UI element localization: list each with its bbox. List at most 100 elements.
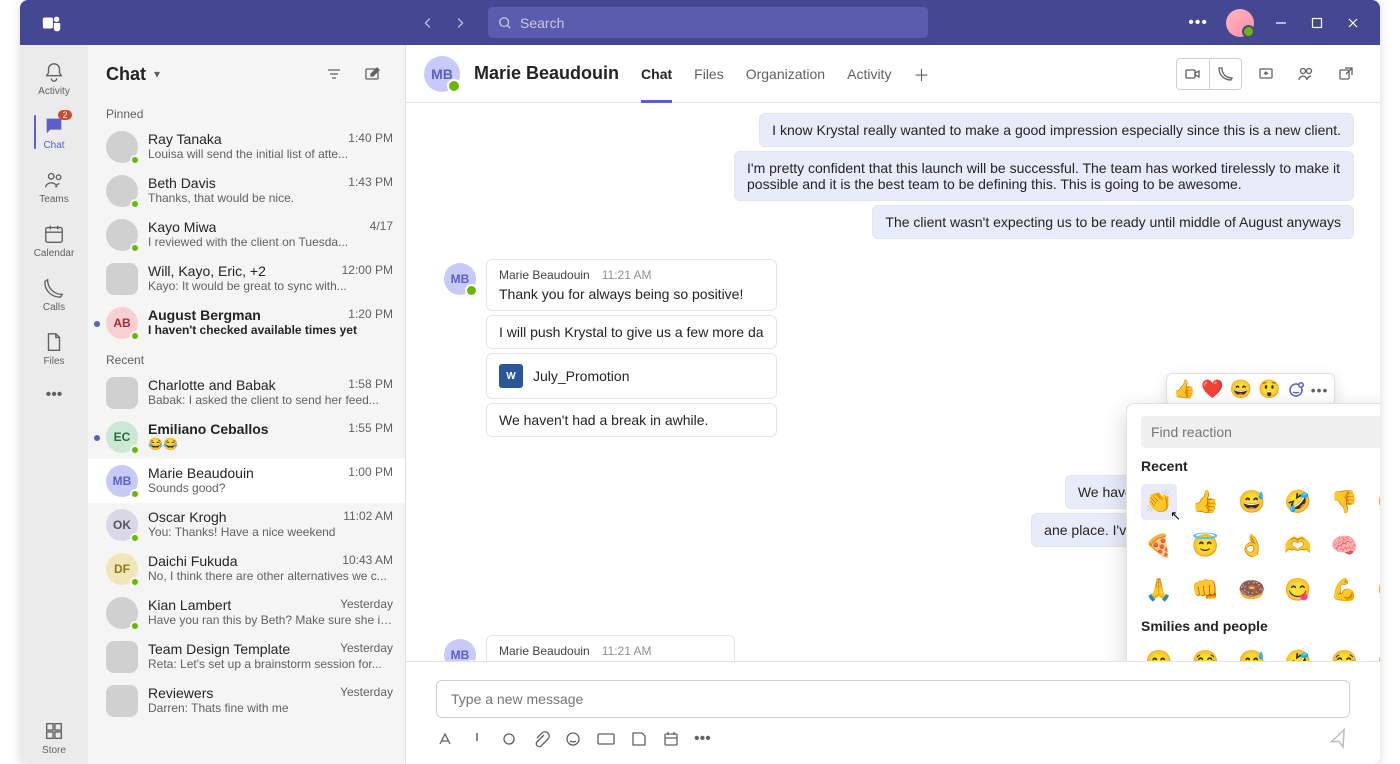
tab-files[interactable]: Files	[694, 45, 724, 102]
video-call-button[interactable]	[1177, 59, 1209, 89]
format-button[interactable]	[436, 730, 454, 748]
filter-button[interactable]	[319, 59, 349, 89]
chat-row[interactable]: Ray Tanaka1:40 PM Louisa will send the i…	[88, 125, 405, 169]
rail-teams[interactable]: Teams	[34, 159, 75, 213]
contact-avatar[interactable]: MB	[424, 56, 460, 92]
current-user-avatar[interactable]	[1226, 9, 1254, 37]
chat-row[interactable]: Beth Davis1:43 PM Thanks, that would be …	[88, 169, 405, 213]
chat-row[interactable]: DF Daichi Fukuda10:43 AM No, I think the…	[88, 547, 405, 591]
window-close-button[interactable]	[1344, 14, 1362, 32]
chat-row[interactable]: Team Design TemplateYesterday Reta: Let'…	[88, 635, 405, 679]
rail-calendar[interactable]: Calendar	[34, 213, 75, 267]
emoji-option[interactable]: 👍	[1187, 484, 1223, 520]
quick-reaction[interactable]: 👍	[1173, 379, 1195, 400]
gif-button[interactable]	[596, 730, 616, 748]
rail-more-button[interactable]: •••	[20, 375, 88, 415]
emoji-option[interactable]: 😂	[1326, 644, 1362, 661]
message-self: I'm pretty confident that this launch wi…	[734, 151, 1354, 201]
reaction-toolbar: 👍 ❤️ 😄 😲 •••	[1166, 373, 1335, 406]
emoji-option[interactable]: 😋	[1280, 572, 1316, 608]
search-input[interactable]	[520, 15, 918, 31]
emoji-option[interactable]: 😅	[1234, 484, 1270, 520]
emoji-option[interactable]: 🍕	[1141, 528, 1177, 564]
tab-organization[interactable]: Organization	[746, 45, 825, 102]
chat-name: Oscar Krogh	[148, 509, 227, 525]
chat-time: 1:00 PM	[348, 465, 393, 481]
chat-row[interactable]: Will, Kayo, Eric, +212:00 PM Kayo: It wo…	[88, 257, 405, 301]
rail-files[interactable]: Files	[34, 321, 75, 375]
emoji-option[interactable]: 😂	[1187, 644, 1223, 661]
emoji-option[interactable]: 🤣	[1280, 484, 1316, 520]
rail-activity[interactable]: Activity	[34, 51, 75, 105]
emoji-option[interactable]: 🧠	[1326, 528, 1362, 564]
chat-time: 1:43 PM	[348, 175, 393, 191]
tab-activity[interactable]: Activity	[847, 45, 891, 102]
send-button[interactable]	[1325, 725, 1353, 753]
emoji-option[interactable]: 😅	[1234, 644, 1270, 661]
quick-reaction[interactable]: 😲	[1258, 379, 1280, 400]
emoji-option[interactable]: 😄	[1373, 644, 1380, 661]
schedule-button[interactable]	[662, 730, 680, 748]
more-compose-button[interactable]: •••	[694, 730, 711, 748]
chat-row[interactable]: EC Emiliano Ceballos1:55 PM 😂😂	[88, 415, 405, 459]
emoji-button[interactable]	[564, 730, 582, 748]
audio-call-button[interactable]	[1209, 59, 1241, 89]
reaction-search[interactable]	[1141, 416, 1380, 448]
add-tab-button[interactable]: ＋	[905, 59, 937, 89]
quick-reaction[interactable]: 😄	[1230, 379, 1252, 400]
rail-calls[interactable]: Calls	[34, 267, 75, 321]
add-reaction-button[interactable]	[1287, 381, 1305, 399]
file-attachment[interactable]: WJuly_Promotion	[486, 353, 777, 399]
chat-row[interactable]: MB Marie Beaudouin1:00 PM Sounds good?	[88, 459, 405, 503]
reaction-search-input[interactable]	[1151, 424, 1379, 440]
quick-reaction[interactable]: ❤️	[1201, 379, 1223, 400]
chat-row[interactable]: OK Oscar Krogh11:02 AM You: Thanks! Have…	[88, 503, 405, 547]
rail-store[interactable]: Store	[20, 710, 88, 764]
add-people-button[interactable]	[1290, 59, 1322, 89]
emoji-option[interactable]: 🙏	[1141, 572, 1177, 608]
emoji-option[interactable]: 😄	[1141, 644, 1177, 661]
emoji-option[interactable]: 👎	[1326, 484, 1362, 520]
chat-preview: Kayo: It would be great to sync with...	[148, 279, 393, 293]
emoji-option[interactable]: 💪	[1326, 572, 1362, 608]
settings-more-button[interactable]: •••	[1188, 14, 1208, 32]
emoji-option[interactable]: 🍩	[1234, 572, 1270, 608]
chat-time: Yesterday	[340, 641, 393, 657]
compose-input[interactable]	[451, 691, 1335, 707]
emoji-option[interactable]: 👌	[1234, 528, 1270, 564]
chat-row[interactable]: AB August Bergman1:20 PM I haven't check…	[88, 301, 405, 345]
priority-button[interactable]	[468, 730, 486, 748]
rail-chat[interactable]: 2Chat	[34, 105, 75, 159]
attach-button[interactable]	[532, 730, 550, 748]
emoji-option[interactable]: 😄	[1373, 484, 1380, 520]
nav-forward-button[interactable]	[446, 9, 474, 37]
popout-button[interactable]	[1330, 59, 1362, 89]
chat-avatar: OK	[106, 509, 138, 541]
emoji-option[interactable]: 🍾	[1373, 528, 1380, 564]
global-search[interactable]	[488, 7, 928, 38]
chat-row[interactable]: Charlotte and Babak1:58 PM Babak: I aske…	[88, 371, 405, 415]
chat-list-dropdown[interactable]: ▾	[154, 67, 160, 81]
emoji-option[interactable]: 👊	[1187, 572, 1223, 608]
emoji-option[interactable]: 🫶	[1280, 528, 1316, 564]
window-minimize-button[interactable]	[1272, 14, 1290, 32]
new-chat-button[interactable]	[357, 59, 387, 89]
tab-chat[interactable]: Chat	[641, 45, 672, 102]
calendar-icon	[42, 222, 66, 246]
picker-section-recent: Recent	[1141, 458, 1380, 474]
loop-button[interactable]	[500, 730, 518, 748]
emoji-option[interactable]: 👏↖	[1141, 484, 1177, 520]
chat-row[interactable]: Kian LambertYesterday Have you ran this …	[88, 591, 405, 635]
window-maximize-button[interactable]	[1308, 14, 1326, 32]
chat-row[interactable]: ReviewersYesterday Darren: Thats fine wi…	[88, 679, 405, 723]
emoji-option[interactable]: ☺️	[1373, 572, 1380, 608]
sticker-button[interactable]	[630, 730, 648, 748]
emoji-option[interactable]: 🤣	[1280, 644, 1316, 661]
nav-back-button[interactable]	[414, 9, 442, 37]
chat-row[interactable]: Kayo Miwa4/17 I reviewed with the client…	[88, 213, 405, 257]
share-screen-button[interactable]	[1250, 59, 1282, 89]
word-file-icon: W	[499, 364, 523, 388]
compose-input-wrapper[interactable]	[436, 680, 1350, 718]
emoji-option[interactable]: 😇	[1187, 528, 1223, 564]
reaction-more-button[interactable]: •••	[1311, 382, 1329, 398]
